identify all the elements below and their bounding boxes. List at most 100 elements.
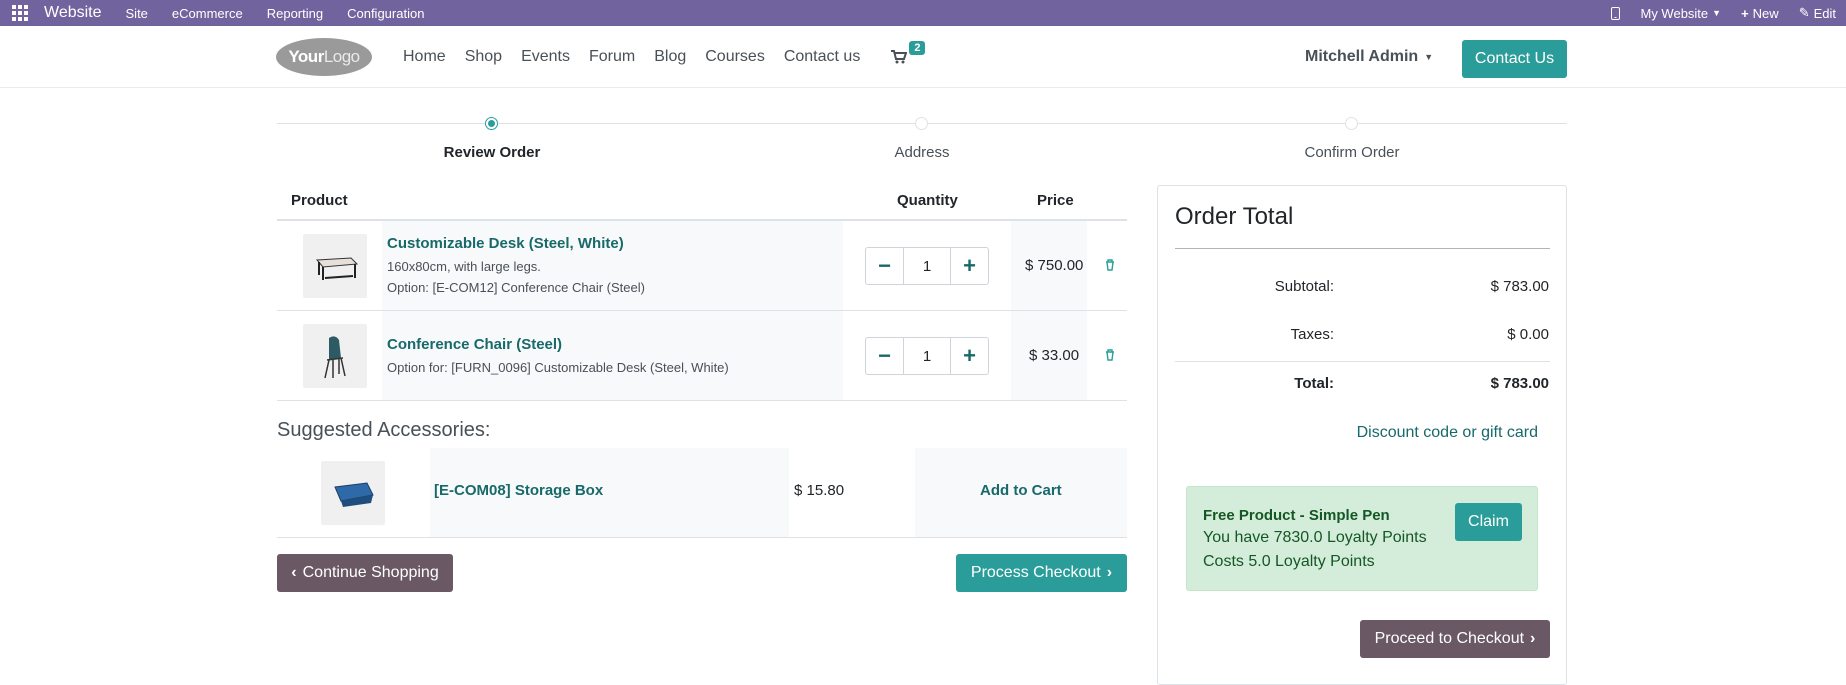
quantity-stepper-desk: − 1 +: [865, 247, 989, 285]
chevron-left-icon: ‹: [291, 564, 297, 581]
edit-button[interactable]: ✎ Edit: [1799, 5, 1836, 21]
decrease-qty-button[interactable]: −: [866, 338, 904, 374]
quantity-input[interactable]: 1: [904, 248, 950, 284]
loyalty-reward-alert: Free Product - Simple Pen You have 7830.…: [1186, 486, 1538, 591]
product-option-chair: Option for: [FURN_0096] Customizable Des…: [387, 360, 729, 375]
reward-points-balance: You have 7830.0 Loyalty Points: [1203, 529, 1427, 546]
reward-points-cost: Costs 5.0 Loyalty Points: [1203, 553, 1375, 570]
chevron-right-icon: ›: [1530, 630, 1536, 647]
step-review-order: Review Order: [443, 144, 541, 161]
accessory-row: [E-COM08] Storage Box $ 15.80 Add to Car…: [277, 448, 1127, 538]
logo-text-b: Logo: [323, 47, 360, 66]
nav-events[interactable]: Events: [521, 48, 570, 66]
col-header-quantity: Quantity: [897, 192, 958, 209]
process-checkout-label: Process Checkout: [970, 564, 1101, 581]
accessory-price: $ 15.80: [794, 482, 845, 499]
subtotal-label: Subtotal:: [1274, 278, 1334, 295]
nav-courses[interactable]: Courses: [705, 48, 765, 66]
increase-qty-button[interactable]: +: [950, 338, 988, 374]
plus-icon: +: [963, 253, 976, 278]
cart-count-badge: 2: [909, 41, 926, 55]
apps-menu-icon[interactable]: [12, 5, 34, 21]
my-website-label: My Website: [1640, 5, 1709, 21]
plus-icon: +: [1741, 5, 1749, 21]
nav-forum[interactable]: Forum: [589, 48, 635, 66]
product-option-desk: Option: [E-COM12] Conference Chair (Stee…: [387, 280, 645, 295]
caret-down-icon: ▼: [1712, 8, 1722, 18]
plus-icon: +: [963, 343, 976, 368]
continue-shopping-label: Continue Shopping: [302, 564, 439, 581]
product-desc-desk: 160x80cm, with large legs.: [387, 259, 541, 274]
add-to-cart-button[interactable]: Add to Cart: [980, 482, 1062, 499]
pencil-icon: ✎: [1798, 5, 1810, 20]
admin-menu-reporting[interactable]: Reporting: [267, 6, 323, 21]
suggested-accessories-title: Suggested Accessories:: [277, 419, 491, 441]
caret-down-icon: ▼: [1424, 52, 1434, 62]
nav-blog[interactable]: Blog: [654, 48, 686, 66]
card-divider: [1175, 361, 1550, 362]
product-name-chair[interactable]: Conference Chair (Steel): [387, 336, 562, 353]
product-name-desk[interactable]: Customizable Desk (Steel, White): [387, 235, 624, 252]
proceed-to-checkout-button[interactable]: Proceed to Checkout ›: [1360, 620, 1550, 658]
line-price-desk: $ 750.00: [1025, 257, 1084, 274]
trash-icon[interactable]: [1105, 349, 1115, 361]
admin-menu-configuration[interactable]: Configuration: [347, 6, 424, 21]
step-dot-address: [915, 117, 928, 130]
step-confirm-order: Confirm Order: [1304, 144, 1400, 161]
total-value: $ 783.00: [1490, 375, 1549, 392]
col-header-price: Price: [1037, 192, 1074, 209]
admin-bar: Website Site eCommerce Reporting Configu…: [0, 0, 1846, 26]
site-logo[interactable]: Your Logo: [276, 38, 372, 76]
product-image-storage-box[interactable]: [321, 461, 385, 525]
process-checkout-button[interactable]: Process Checkout ›: [956, 554, 1127, 592]
my-website-dropdown[interactable]: My Website ▼: [1640, 6, 1721, 21]
accessory-name[interactable]: [E-COM08] Storage Box: [434, 482, 603, 499]
new-label: New: [1752, 5, 1779, 21]
edit-label: Edit: [1813, 5, 1836, 21]
line-price-chair: $ 33.00: [1029, 347, 1080, 364]
step-address: Address: [894, 144, 950, 161]
minus-icon: −: [878, 253, 891, 278]
main-nav: Home Shop Events Forum Blog Courses Cont…: [403, 26, 926, 88]
user-name: Mitchell Admin: [1305, 48, 1419, 65]
new-button[interactable]: + New: [1741, 6, 1779, 21]
taxes-label: Taxes:: [1290, 326, 1334, 343]
row-name-bg: [382, 311, 843, 400]
minus-icon: −: [878, 343, 891, 368]
order-total-card: Order Total Subtotal: $ 783.00 Taxes: $ …: [1157, 185, 1567, 685]
discount-code-link[interactable]: Discount code or gift card: [1357, 424, 1538, 442]
nav-home[interactable]: Home: [403, 48, 446, 66]
proceed-to-checkout-label: Proceed to Checkout: [1374, 630, 1525, 647]
chevron-right-icon: ›: [1106, 564, 1113, 581]
admin-menu-site[interactable]: Site: [126, 6, 148, 21]
subtotal-value: $ 783.00: [1490, 278, 1549, 295]
user-menu[interactable]: Mitchell Admin ▼: [1305, 26, 1433, 88]
step-dot-confirm: [1345, 117, 1358, 130]
cart-link[interactable]: 2: [891, 41, 926, 64]
col-header-product: Product: [291, 192, 348, 209]
claim-button[interactable]: Claim: [1455, 503, 1522, 541]
total-label: Total:: [1294, 375, 1334, 392]
reward-title: Free Product - Simple Pen: [1203, 507, 1390, 524]
cart-line-chair: Conference Chair (Steel) Option for: [FU…: [277, 311, 1127, 401]
nav-shop[interactable]: Shop: [465, 48, 502, 66]
site-header: Your Logo Home Shop Events Forum Blog Cou…: [0, 26, 1846, 88]
trash-icon[interactable]: [1105, 259, 1115, 271]
order-total-title: Order Total: [1175, 203, 1294, 230]
contact-us-button[interactable]: Contact Us: [1462, 40, 1567, 78]
step-dot-review: [485, 117, 498, 130]
continue-shopping-button[interactable]: ‹ Continue Shopping: [277, 554, 453, 592]
nav-contact-us[interactable]: Contact us: [784, 48, 860, 66]
shopping-cart-icon: [891, 50, 908, 64]
cart-line-desk: Customizable Desk (Steel, White) 160x80c…: [277, 221, 1127, 311]
product-image-desk[interactable]: [303, 234, 367, 298]
decrease-qty-button[interactable]: −: [866, 248, 904, 284]
quantity-stepper-chair: − 1 +: [865, 337, 989, 375]
admin-brand[interactable]: Website: [44, 4, 102, 22]
admin-menu-ecommerce[interactable]: eCommerce: [172, 6, 243, 21]
increase-qty-button[interactable]: +: [950, 248, 988, 284]
mobile-preview-icon[interactable]: [1611, 6, 1621, 20]
product-image-chair[interactable]: [303, 324, 367, 388]
logo-text-a: Your: [288, 47, 324, 66]
quantity-input[interactable]: 1: [904, 338, 950, 374]
